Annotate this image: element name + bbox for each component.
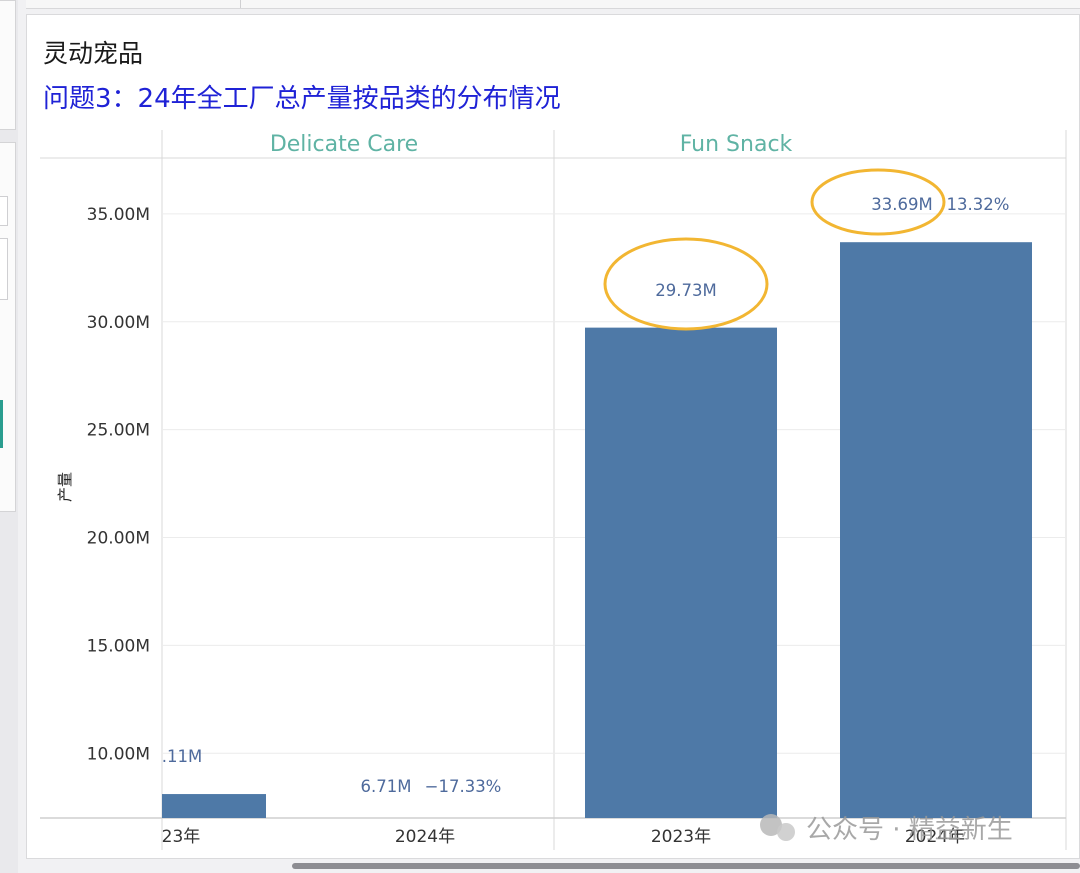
x-tick-label: 2024年 (395, 827, 455, 847)
bar-value-label: 33.69M (871, 195, 932, 214)
y-tick-label: 20.00M (87, 529, 150, 549)
bar-change-label: 13.32% (947, 195, 1010, 214)
bar (585, 327, 777, 818)
y-tick-label: 35.00M (87, 205, 150, 225)
bar-value-label: .11M (162, 747, 202, 766)
bar (840, 242, 1032, 819)
y-axis-title: 产量 (56, 472, 74, 502)
horizontal-scrollbar[interactable] (292, 863, 1080, 869)
facet-header: Delicate Care (270, 132, 418, 157)
bar (162, 794, 266, 818)
y-tick-label: 30.00M (87, 313, 150, 333)
facet-header: Fun Snack (680, 132, 793, 157)
bar-value-label: 6.71M (361, 777, 412, 796)
bar-chart: 10.00M 15.00M 20.00M 25.00M 30.00M 35.00M 产量 De… (40, 130, 1067, 850)
y-tick-label: 10.00M (87, 744, 150, 764)
bar-value-label: 29.73M (655, 281, 716, 300)
x-tick-label: 23年 (162, 827, 201, 847)
wechat-icon-bubble (777, 823, 795, 841)
x-tick-label: 2023年 (651, 827, 711, 847)
y-tick-label: 15.00M (87, 636, 150, 656)
y-tick-label: 25.00M (87, 421, 150, 441)
bar-change-label: −17.33% (425, 777, 502, 796)
watermark-text: 公众号 · 精益新生 (806, 815, 1013, 845)
